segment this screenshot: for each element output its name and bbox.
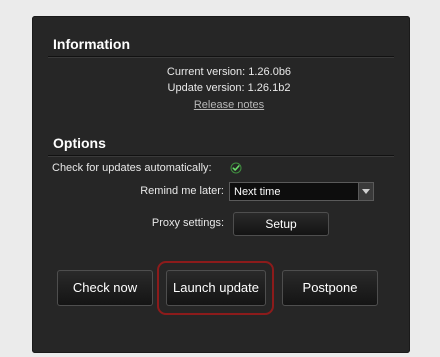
launch-update-button[interactable]: Launch update [166,270,266,306]
check-now-button[interactable]: Check now [57,270,153,306]
remind-dropdown[interactable]: Next time [229,182,374,201]
dropdown-arrow-button[interactable] [358,183,373,200]
triangle-down-icon [362,189,370,194]
information-divider [48,56,394,58]
remind-label: Remind me later: [140,185,224,197]
update-dialog: Information Current version: 1.26.0b6 Up… [32,16,410,353]
checkmark-icon [230,162,242,174]
options-divider [48,155,394,157]
release-notes-link[interactable]: Release notes [194,99,264,111]
auto-check-checkbox[interactable] [230,161,242,174]
remind-dropdown-value: Next time [234,186,281,198]
current-version-text: Current version: 1.26.0b6 [166,66,292,78]
proxy-label: Proxy settings: [151,217,224,229]
postpone-button[interactable]: Postpone [282,270,378,306]
update-version-text: Update version: 1.26.1b2 [167,82,291,94]
auto-check-label: Check for updates automatically: [52,162,212,174]
information-heading: Information [53,36,130,52]
setup-button[interactable]: Setup [233,212,329,236]
options-heading: Options [53,135,106,151]
